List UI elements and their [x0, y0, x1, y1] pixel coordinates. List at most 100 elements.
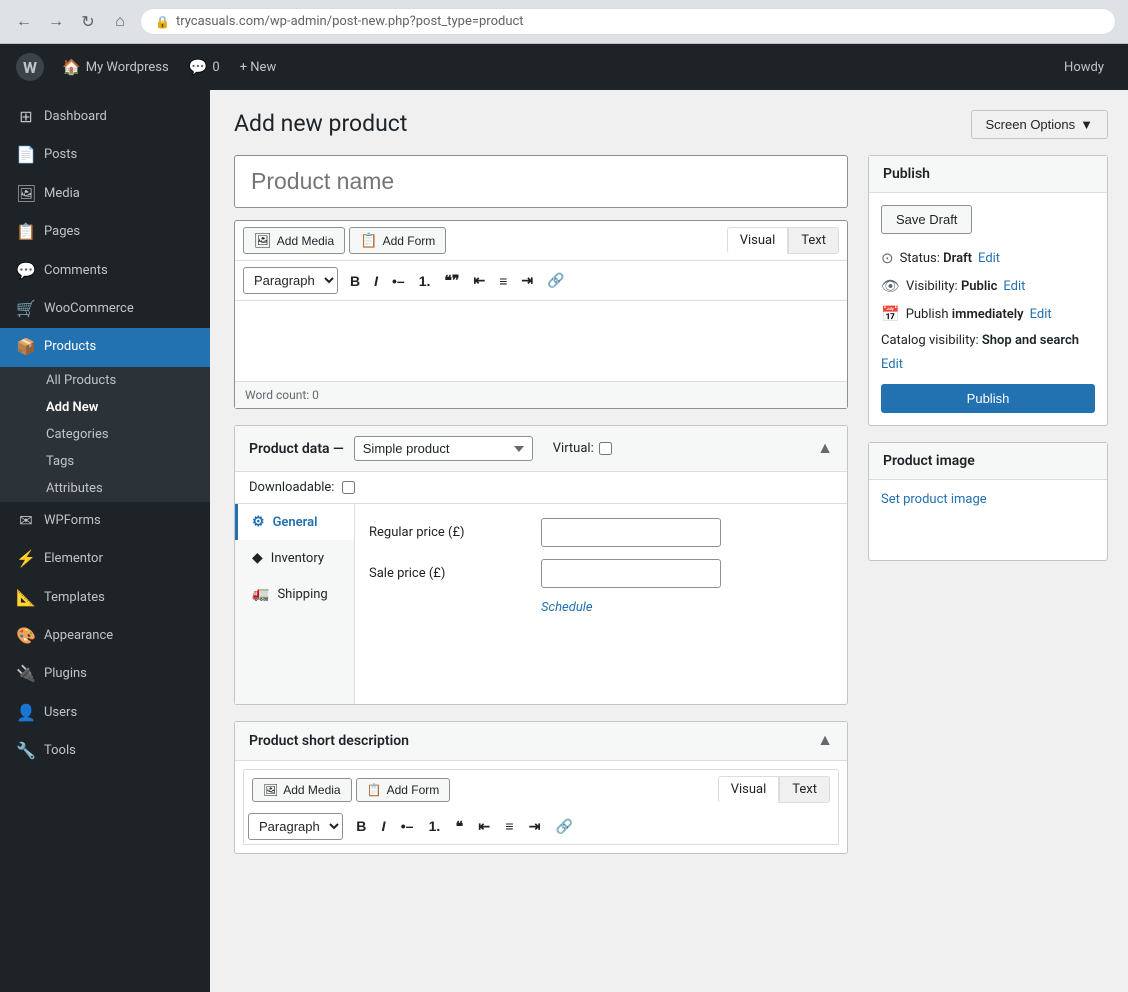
main-editor: 🖼 Add Media 📋 Add Form Visual	[234, 155, 848, 870]
admin-bar-comments[interactable]: 💬 0	[179, 44, 230, 90]
publish-time-row: 📅 Publish immediately Edit	[881, 300, 1095, 328]
align-center-button[interactable]: ≡	[493, 269, 513, 293]
regular-price-row: Regular price (£)	[369, 518, 833, 547]
sidebar-item-pages[interactable]: 📋 Pages	[0, 213, 210, 251]
short-desc-bold-button[interactable]: B	[350, 814, 372, 838]
sidebar-sub-all-products[interactable]: All Products	[0, 367, 210, 394]
short-desc-add-media-button[interactable]: 🖼 Add Media	[252, 778, 352, 802]
virtual-checkbox[interactable]	[599, 442, 612, 455]
sidebar-item-plugins[interactable]: 🔌 Plugins	[0, 655, 210, 693]
sidebar-item-comments[interactable]: 💬 Comments	[0, 252, 210, 290]
product-data-box: Product data — Simple product Grouped pr…	[234, 425, 848, 705]
link-button[interactable]: 🔗	[541, 268, 570, 293]
short-desc-link-button[interactable]: 🔗	[550, 814, 579, 839]
align-right-button[interactable]: ⇥	[515, 268, 539, 293]
short-desc-blockquote-button[interactable]: ❝	[450, 814, 470, 839]
back-button[interactable]: ←	[12, 10, 36, 34]
ordered-list-button[interactable]: 1.	[413, 269, 437, 293]
wp-logo[interactable]: W	[12, 49, 48, 85]
schedule-link[interactable]: Schedule	[541, 600, 593, 615]
form-toolbar-icon: 📋	[360, 232, 377, 249]
admin-bar-new[interactable]: + New	[230, 44, 287, 90]
forward-button[interactable]: →	[44, 10, 68, 34]
sale-price-label: Sale price (£)	[369, 566, 529, 581]
editor-body[interactable]	[235, 301, 847, 381]
sidebar-item-wpforms[interactable]: ✉ WPForms	[0, 502, 210, 540]
tab-visual[interactable]: Visual	[727, 227, 789, 254]
sidebar-sub-add-new[interactable]: Add New	[0, 394, 210, 421]
italic-button[interactable]: I	[368, 269, 384, 293]
sidebar-item-products[interactable]: 📦 Products ▶	[0, 328, 210, 366]
screen-options-button[interactable]: Screen Options ▼	[971, 110, 1108, 139]
visibility-row: 👁 Visibility: Public Edit	[881, 272, 1095, 300]
collapse-product-data-button[interactable]: ▲	[817, 440, 833, 458]
pd-tab-shipping[interactable]: 🚛 Shipping	[235, 576, 354, 612]
format-select[interactable]: Paragraph	[243, 267, 338, 294]
editor-format-bar: Paragraph B I •– 1. ❝❞ ⇤ ≡ ⇥ 🔗	[235, 261, 847, 301]
short-desc-align-left-button[interactable]: ⇤	[472, 814, 496, 839]
sidebar-item-posts[interactable]: 📄 Posts	[0, 136, 210, 174]
short-desc-add-form-button[interactable]: 📋 Add Form	[356, 778, 451, 802]
product-type-select[interactable]: Simple product Grouped product External/…	[354, 436, 533, 461]
sidebar-item-tools[interactable]: 🔧 Tools	[0, 732, 210, 770]
publish-panel-header: Publish	[869, 156, 1107, 193]
sidebar-item-templates[interactable]: 📐 Templates	[0, 579, 210, 617]
short-desc-title: Product short description	[249, 733, 409, 749]
sidebar-item-media[interactable]: 🖼 Media	[0, 175, 210, 213]
short-desc-ul-button[interactable]: •–	[395, 814, 420, 838]
sale-price-input[interactable]	[541, 559, 721, 588]
home-button[interactable]: ⌂	[108, 10, 132, 34]
sidebar-sub-attributes[interactable]: Attributes	[0, 475, 210, 502]
bold-button[interactable]: B	[344, 269, 366, 293]
catalog-visibility-label: Catalog visibility: Shop and search	[881, 333, 1079, 348]
regular-price-input[interactable]	[541, 518, 721, 547]
short-desc-format-select[interactable]: Paragraph	[248, 813, 343, 840]
collapse-short-desc-button[interactable]: ▲	[817, 732, 833, 750]
add-media-button[interactable]: 🖼 Add Media	[243, 227, 345, 254]
sidebar-sub-categories[interactable]: Categories	[0, 421, 210, 448]
short-desc-tab-visual[interactable]: Visual	[718, 776, 780, 803]
general-tab-icon: ⚙	[252, 514, 265, 530]
short-desc-align-center-button[interactable]: ≡	[499, 814, 519, 838]
unordered-list-button[interactable]: •–	[386, 269, 411, 293]
visibility-edit-link[interactable]: Edit	[1003, 279, 1025, 294]
publish-time-edit-link[interactable]: Edit	[1030, 307, 1052, 322]
short-desc-italic-button[interactable]: I	[376, 814, 392, 838]
sidebar-item-appearance[interactable]: 🎨 Appearance	[0, 617, 210, 655]
elementor-icon: ⚡	[16, 548, 36, 570]
templates-icon: 📐	[16, 587, 36, 609]
editor-toolbar-top: 🖼 Add Media 📋 Add Form Visual	[235, 221, 847, 261]
pd-tab-general[interactable]: ⚙ General	[235, 504, 354, 540]
set-product-image-link[interactable]: Set product image	[881, 492, 987, 507]
short-desc-media-icon: 🖼	[263, 783, 278, 797]
admin-bar-site[interactable]: 🏠 My Wordpress	[52, 44, 179, 90]
save-draft-button[interactable]: Save Draft	[881, 205, 972, 234]
lock-icon: 🔒	[155, 15, 170, 29]
align-left-button[interactable]: ⇤	[467, 268, 491, 293]
short-desc-visual-text-tabs: Visual Text	[718, 776, 830, 803]
sidebar-item-woocommerce[interactable]: 🛒 WooCommerce	[0, 290, 210, 328]
status-edit-link[interactable]: Edit	[978, 251, 1000, 266]
catalog-visibility-edit-link[interactable]: Edit	[881, 357, 903, 372]
sidebar-sub-tags[interactable]: Tags	[0, 448, 210, 475]
sidebar-item-elementor[interactable]: ⚡ Elementor	[0, 540, 210, 578]
refresh-button[interactable]: ↻	[76, 10, 100, 34]
short-desc-align-right-button[interactable]: ⇥	[523, 814, 547, 839]
add-form-button[interactable]: 📋 Add Form	[349, 227, 446, 254]
sidebar-item-users[interactable]: 👤 Users	[0, 694, 210, 732]
address-bar[interactable]: 🔒 trycasuals.com/wp-admin/post-new.php?p…	[140, 8, 1116, 35]
pages-icon: 📋	[16, 221, 36, 243]
product-name-input[interactable]	[234, 155, 848, 208]
short-desc-ol-button[interactable]: 1.	[423, 814, 447, 838]
blockquote-button[interactable]: ❝❞	[438, 268, 465, 293]
pd-tab-inventory[interactable]: ◆ Inventory	[235, 540, 354, 576]
publish-button[interactable]: Publish	[881, 384, 1095, 413]
tab-text[interactable]: Text	[788, 227, 839, 254]
downloadable-checkbox[interactable]	[342, 481, 355, 494]
short-desc-tab-text[interactable]: Text	[779, 776, 830, 803]
comment-icon: 💬	[189, 58, 208, 76]
admin-bar-howdy: Howdy	[1052, 60, 1116, 75]
products-arrow-icon: ▶	[192, 341, 200, 355]
sidebar-item-dashboard[interactable]: ⊞ Dashboard	[0, 98, 210, 136]
product-data-panel: Regular price (£) Sale price (£) Schedul…	[355, 504, 847, 704]
